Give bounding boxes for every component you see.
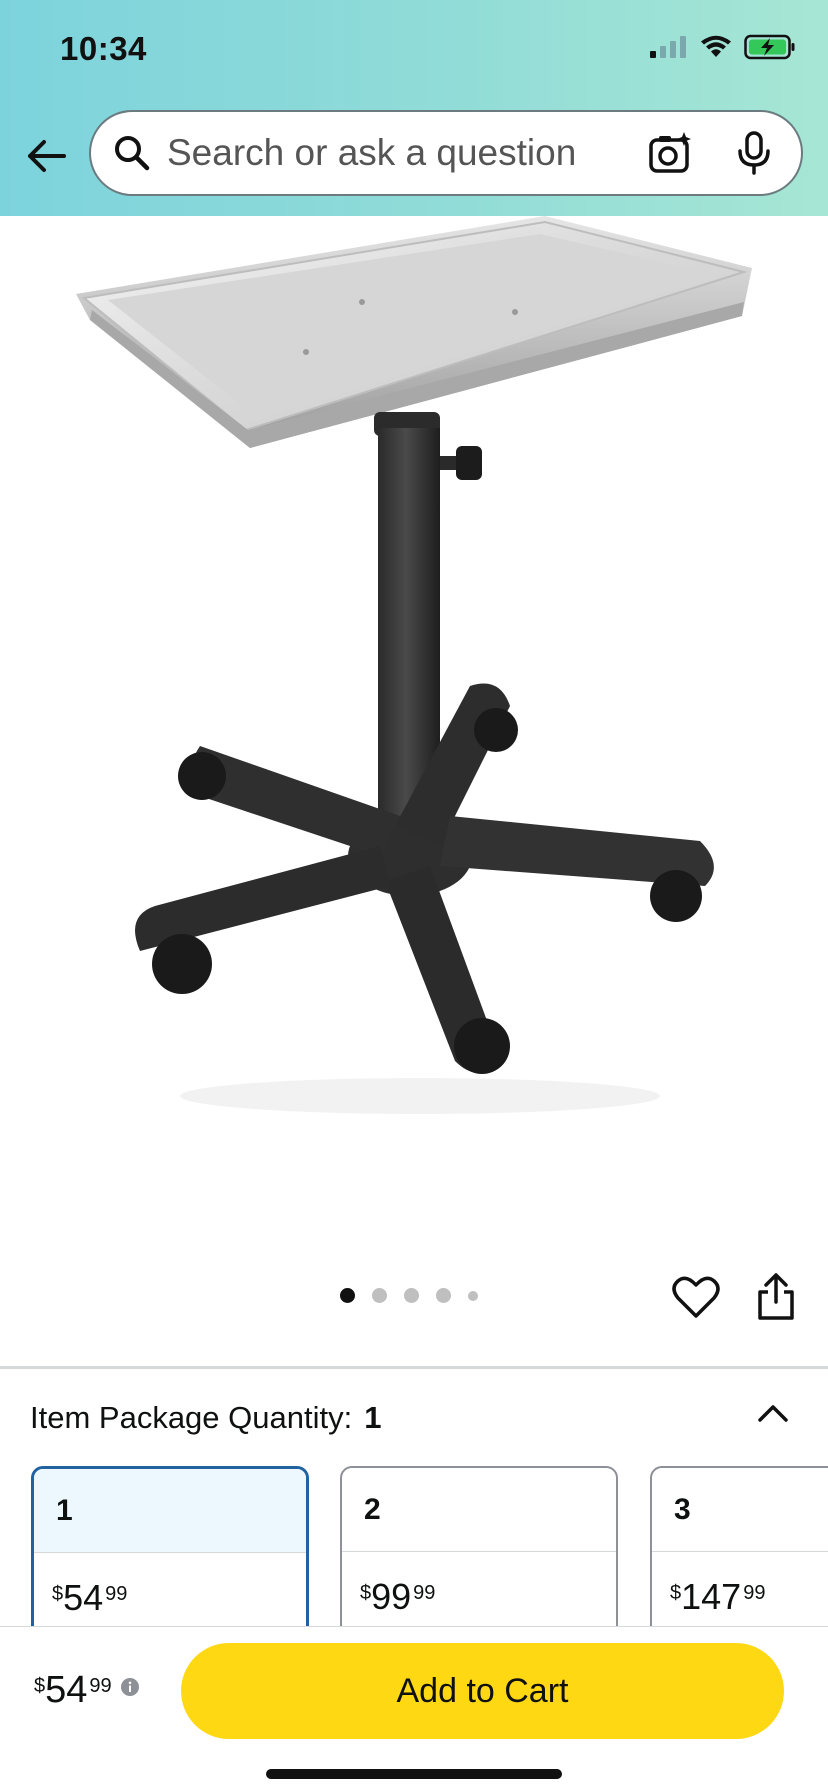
info-icon[interactable] [120,1677,140,1697]
gallery-dots[interactable] [340,1288,478,1303]
quantity-option-price: $54 99 [52,1577,128,1618]
camera-icon[interactable] [647,130,693,176]
quantity-option-price: $99 99 [360,1576,436,1617]
section-divider [0,1366,828,1369]
back-button[interactable] [22,132,70,180]
mic-icon[interactable] [731,130,777,176]
signal-icon [650,36,686,58]
quantity-label: Item Package Quantity: 1 [30,1400,381,1436]
search-bar[interactable]: Search or ask a question [89,110,803,196]
gallery-dot[interactable] [372,1288,387,1303]
gallery-dot[interactable] [404,1288,419,1303]
battery-charging-icon [744,34,795,60]
quantity-option-price: $147 99 [670,1576,766,1617]
home-indicator [266,1769,562,1779]
wifi-icon [701,35,731,57]
quantity-label-text: Item Package Quantity: [30,1400,353,1435]
add-to-cart-button[interactable]: Add to Cart [181,1643,784,1739]
buy-bar-price: $54 99 [34,1669,140,1712]
gallery-dot[interactable] [436,1288,451,1303]
chevron-up-icon[interactable] [756,1396,790,1430]
product-image[interactable] [0,216,828,1246]
search-icon [113,134,151,172]
quantity-option-qty: 1 [34,1469,306,1553]
tray-stand-image [76,216,752,1114]
status-icons [648,34,796,60]
back-arrow-icon [28,140,66,172]
quantity-option-qty: 2 [342,1468,616,1552]
heart-icon[interactable] [672,1275,720,1319]
search-input[interactable]: Search or ask a question [167,132,647,174]
buy-bar: $54 99 Add to Cart [0,1626,828,1792]
gallery-dot[interactable] [468,1290,478,1301]
status-time: 10:34 [60,30,147,67]
gallery-dot[interactable] [340,1288,355,1303]
quantity-selected-value: 1 [364,1400,382,1435]
share-icon[interactable] [752,1272,800,1322]
quantity-option-qty: 3 [652,1468,828,1552]
header: 10:34 Search or ask a question [0,0,828,216]
